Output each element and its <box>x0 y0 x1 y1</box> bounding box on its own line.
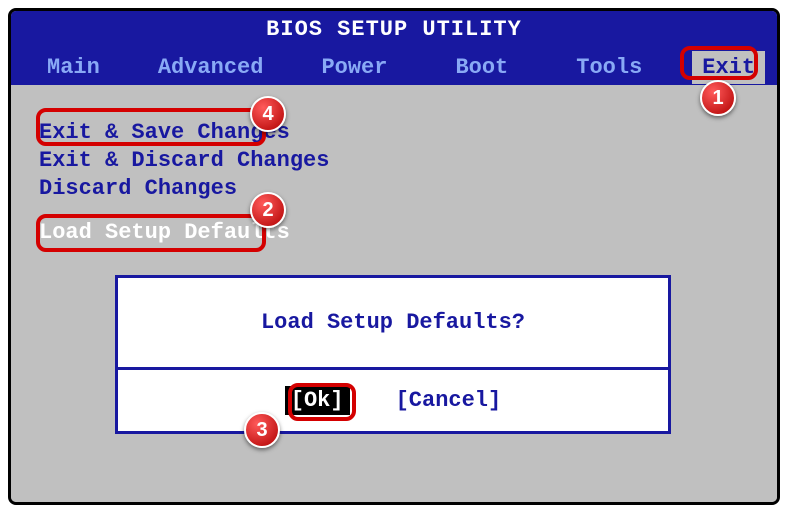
confirm-dialog: Load Setup Defaults? [Ok] [Cancel] <box>115 275 671 434</box>
menu-exit-save[interactable]: Exit & Save Changes <box>39 119 290 147</box>
tab-power[interactable]: Power <box>311 51 397 84</box>
menu-exit-discard[interactable]: Exit & Discard Changes <box>39 147 329 175</box>
menu-discard[interactable]: Discard Changes <box>39 175 237 203</box>
tab-tools[interactable]: Tools <box>566 51 652 84</box>
tab-bar: Main Advanced Power Boot Tools Exit <box>11 49 777 85</box>
bios-title: BIOS SETUP UTILITY <box>11 17 777 42</box>
tab-main[interactable]: Main <box>37 51 110 84</box>
cancel-button[interactable]: [Cancel] <box>396 388 502 413</box>
tab-exit[interactable]: Exit <box>692 51 765 84</box>
header-bar: BIOS SETUP UTILITY Main Advanced Power B… <box>11 11 777 85</box>
dialog-title: Load Setup Defaults? <box>118 278 668 370</box>
tab-advanced[interactable]: Advanced <box>148 51 274 84</box>
dialog-button-row: [Ok] [Cancel] <box>118 370 668 431</box>
ok-button[interactable]: [Ok] <box>285 386 350 415</box>
tab-boot[interactable]: Boot <box>445 51 518 84</box>
menu-load-defaults[interactable]: Load Setup Defaults <box>39 219 290 247</box>
